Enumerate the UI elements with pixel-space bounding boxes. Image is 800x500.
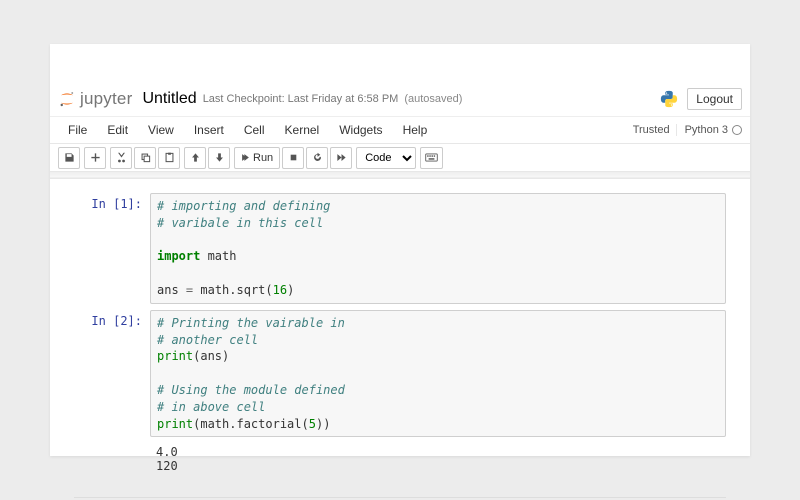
restart-run-all-button[interactable] xyxy=(330,147,352,169)
menu-view[interactable]: View xyxy=(138,119,184,141)
cell-type-select[interactable]: Code xyxy=(356,147,416,169)
arrow-down-icon xyxy=(214,152,225,163)
copy-button[interactable] xyxy=(134,147,156,169)
header-row: jupyter Untitled Last Checkpoint: Last F… xyxy=(50,84,750,116)
menubar: File Edit View Insert Cell Kernel Widget… xyxy=(50,116,750,144)
cell-input[interactable]: # Printing the vairable in # another cel… xyxy=(150,310,726,438)
interrupt-button[interactable] xyxy=(282,147,304,169)
plus-icon xyxy=(90,152,101,163)
run-label: Run xyxy=(253,152,273,164)
input-prompt: In [2]: xyxy=(74,310,150,438)
scissors-icon xyxy=(116,152,127,163)
menu-cell[interactable]: Cell xyxy=(234,119,275,141)
menu-insert[interactable]: Insert xyxy=(184,119,234,141)
save-icon xyxy=(64,152,75,163)
clipboard-icon xyxy=(164,152,175,163)
notebook-area: In [1]: # importing and defining # varib… xyxy=(50,179,750,491)
menu-kernel[interactable]: Kernel xyxy=(275,119,330,141)
code-cell[interactable]: In [2]: # Printing the vairable in # ano… xyxy=(74,310,726,438)
notebook-name[interactable]: Untitled xyxy=(142,90,196,108)
toolbar-shadow xyxy=(50,172,750,178)
menu-widgets[interactable]: Widgets xyxy=(329,119,392,141)
move-down-button[interactable] xyxy=(208,147,230,169)
restart-button[interactable] xyxy=(306,147,328,169)
kernel-idle-icon xyxy=(732,125,742,135)
python-icon xyxy=(659,89,679,109)
autosave-status: (autosaved) xyxy=(404,93,462,105)
jupyter-wordmark: jupyter xyxy=(80,89,132,109)
insert-cell-button[interactable] xyxy=(84,147,106,169)
output-cell: 4.0 120 xyxy=(74,443,726,475)
command-palette-button[interactable] xyxy=(420,147,443,169)
save-button[interactable] xyxy=(58,147,80,169)
cell-input[interactable]: # importing and defining # varibale in t… xyxy=(150,193,726,304)
jupyter-icon xyxy=(58,90,76,108)
menu-file[interactable]: File xyxy=(58,119,97,141)
menu-help[interactable]: Help xyxy=(393,119,438,141)
paste-button[interactable] xyxy=(158,147,180,169)
toolbar: Run Code xyxy=(50,144,750,172)
menu-edit[interactable]: Edit xyxy=(97,119,138,141)
copy-icon xyxy=(140,152,151,163)
jupyter-logo[interactable]: jupyter xyxy=(58,89,132,109)
run-icon xyxy=(241,153,250,162)
stop-icon xyxy=(289,153,298,162)
checkpoint-status: Last Checkpoint: Last Friday at 6:58 PM xyxy=(203,93,399,105)
move-up-button[interactable] xyxy=(184,147,206,169)
fast-forward-icon xyxy=(336,152,347,163)
trusted-indicator[interactable]: Trusted xyxy=(633,124,670,136)
code-cell[interactable]: In [1]: # importing and defining # varib… xyxy=(74,193,726,304)
cell-output: 4.0 120 xyxy=(150,443,726,475)
restart-icon xyxy=(312,152,323,163)
cut-button[interactable] xyxy=(110,147,132,169)
run-button[interactable]: Run xyxy=(234,147,280,169)
end-divider xyxy=(74,497,726,498)
kernel-indicator[interactable]: Python 3 xyxy=(676,124,742,136)
logout-button[interactable]: Logout xyxy=(687,88,742,110)
kernel-name-label: Python 3 xyxy=(685,124,728,136)
arrow-up-icon xyxy=(190,152,201,163)
notebook-window: jupyter Untitled Last Checkpoint: Last F… xyxy=(50,44,750,456)
keyboard-icon xyxy=(425,152,438,163)
header: jupyter Untitled Last Checkpoint: Last F… xyxy=(50,84,750,179)
output-prompt xyxy=(74,443,150,475)
input-prompt: In [1]: xyxy=(74,193,150,304)
